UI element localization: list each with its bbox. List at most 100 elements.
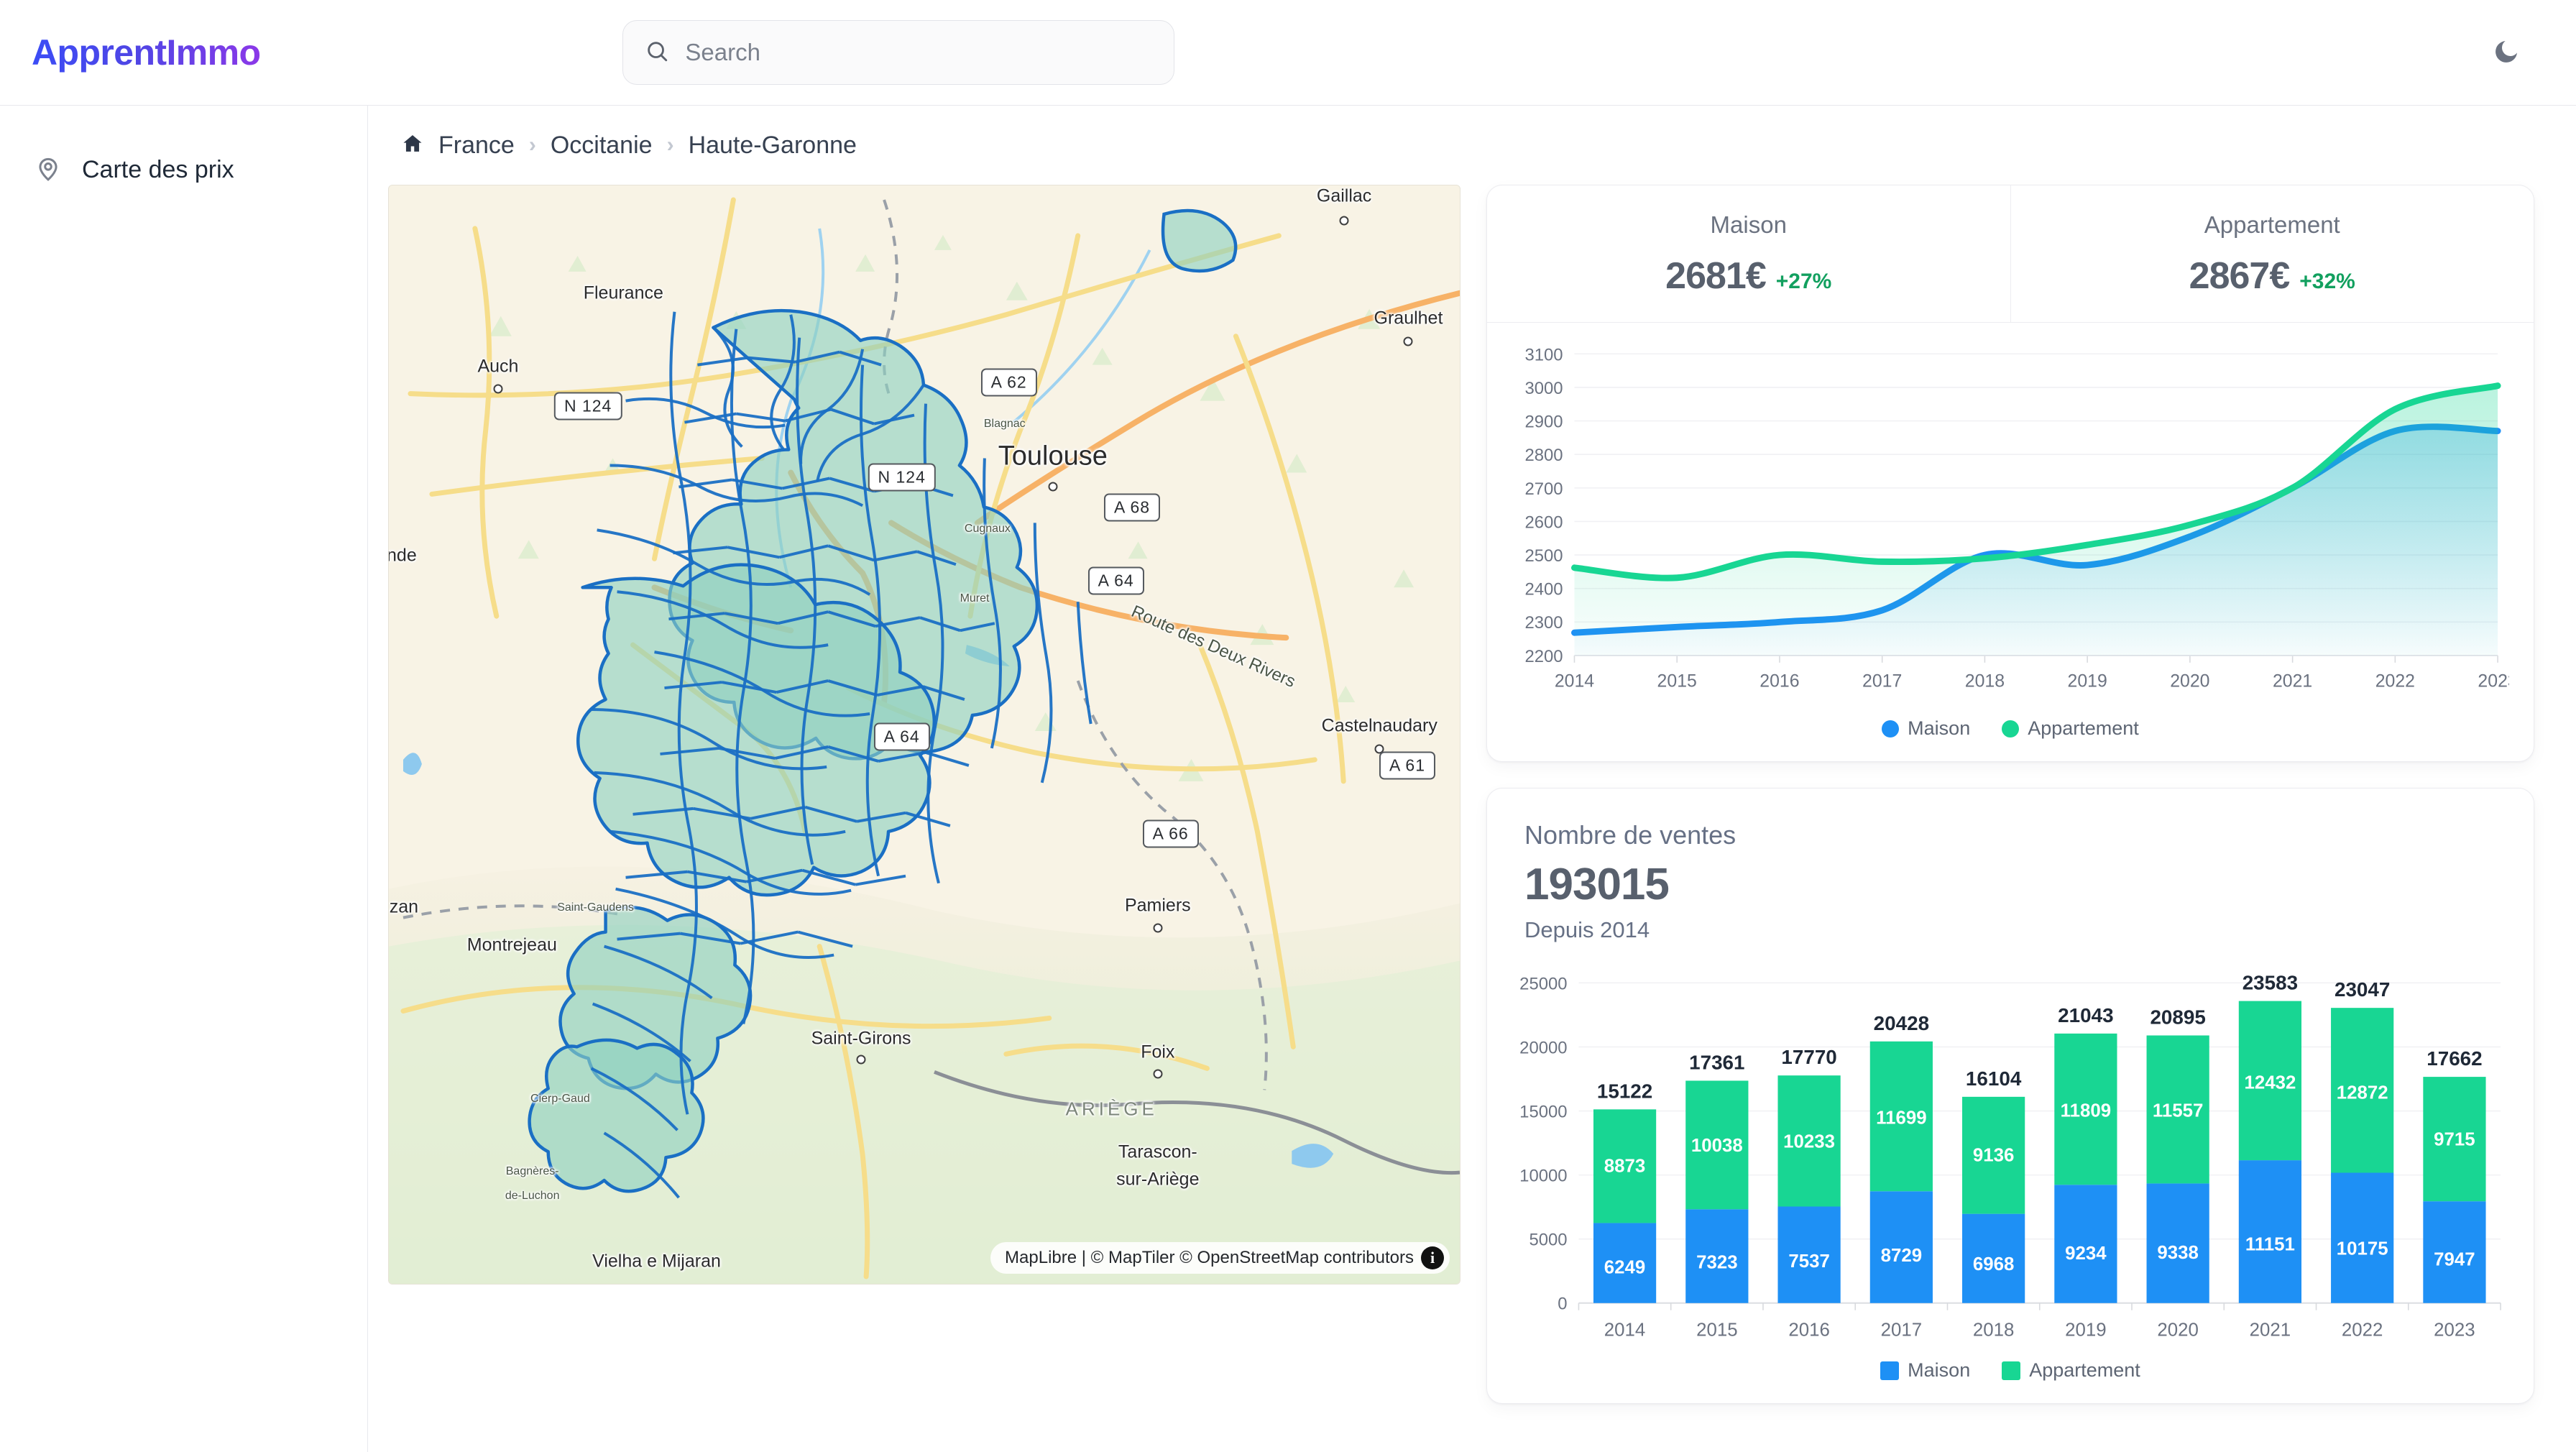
search-icon [645, 39, 669, 67]
map-city-dot [1153, 1069, 1163, 1079]
map-attribution: MapLibre | © MapTiler © OpenStreetMap co… [990, 1242, 1450, 1274]
svg-text:23583: 23583 [2242, 972, 2298, 994]
kpi-delta: +32% [2299, 270, 2355, 293]
svg-text:10175: 10175 [2337, 1239, 2388, 1259]
svg-text:2014: 2014 [1555, 672, 1594, 691]
legend-item-maison[interactable]: Maison [1880, 1359, 1970, 1382]
svg-text:2200: 2200 [1524, 647, 1563, 666]
highway-shield: N 124 [868, 463, 936, 492]
sales-total: 193015 [1524, 860, 1670, 909]
svg-text:6249: 6249 [1604, 1258, 1646, 1278]
svg-text:11557: 11557 [2153, 1101, 2203, 1121]
kpi-value: 2867€ [2189, 255, 2291, 297]
info-icon[interactable]: i [1421, 1246, 1444, 1269]
home-icon[interactable] [401, 132, 424, 159]
svg-text:2015: 2015 [1696, 1320, 1738, 1341]
svg-text:2900: 2900 [1524, 413, 1563, 432]
svg-text:9715: 9715 [2434, 1129, 2475, 1149]
kpi-delta: +27% [1775, 270, 1832, 293]
map-city-dot [1153, 923, 1163, 933]
svg-text:2017: 2017 [1862, 672, 1902, 691]
map-city-dot [1339, 216, 1349, 226]
svg-text:5000: 5000 [1529, 1231, 1567, 1250]
sidebar: Carte des prix [0, 106, 368, 1452]
svg-text:10000: 10000 [1519, 1167, 1567, 1186]
svg-text:3100: 3100 [1524, 345, 1563, 364]
highway-shield: A 64 [1087, 566, 1144, 595]
svg-text:12432: 12432 [2244, 1072, 2296, 1093]
search-input[interactable] [685, 39, 1153, 66]
svg-text:2700: 2700 [1524, 479, 1563, 499]
legend-item-appartement[interactable]: Appartement [2002, 717, 2139, 740]
svg-text:2600: 2600 [1524, 513, 1563, 532]
sidebar-item-carte-des-prix[interactable]: Carte des prix [0, 143, 367, 197]
svg-text:2019: 2019 [2068, 672, 2107, 691]
theme-toggle-button[interactable] [2481, 27, 2531, 78]
svg-text:20428: 20428 [1874, 1012, 1929, 1034]
moon-icon [2492, 37, 2521, 68]
svg-text:2022: 2022 [2342, 1320, 2383, 1341]
svg-text:2023: 2023 [2478, 672, 2509, 691]
sales-bar-chart[interactable]: 0 5000 10000 15000 20000 25000 6249 8873 15122 20… [1487, 947, 2534, 1349]
svg-text:2019: 2019 [2065, 1320, 2107, 1341]
svg-text:17361: 17361 [1689, 1052, 1744, 1074]
highway-shield: N 124 [553, 392, 622, 421]
svg-text:11151: 11151 [2245, 1234, 2295, 1254]
svg-text:20000: 20000 [1519, 1038, 1567, 1057]
legend-color-square [2002, 1361, 2021, 1380]
svg-text:2400: 2400 [1524, 580, 1563, 599]
svg-text:2016: 2016 [1760, 672, 1799, 691]
map-city-dot [856, 1054, 866, 1065]
svg-text:16104: 16104 [1966, 1067, 2022, 1090]
svg-text:2017: 2017 [1881, 1320, 1923, 1341]
svg-text:2021: 2021 [2273, 672, 2312, 691]
map-city-dot [1403, 336, 1413, 346]
breadcrumb-separator: › [666, 133, 674, 157]
bar-chart-legend: Maison Appartement [1487, 1349, 2534, 1403]
kpi-title: Appartement [2204, 211, 2340, 238]
breadcrumb-item-haute-garonne[interactable]: Haute-Garonne [689, 132, 857, 160]
svg-text:25000: 25000 [1519, 974, 1567, 993]
svg-text:2018: 2018 [1973, 1320, 2015, 1341]
app-logo[interactable]: ApprentImmo [32, 32, 261, 73]
sales-card: Nombre de ventes 193015 Depuis 2014 0 500… [1486, 788, 2534, 1404]
svg-text:10233: 10233 [1783, 1131, 1835, 1152]
breadcrumb-item-france[interactable]: France [438, 132, 515, 160]
highway-shield: A 66 [1142, 819, 1199, 848]
breadcrumb-item-occitanie[interactable]: Occitanie [551, 132, 653, 160]
legend-item-maison[interactable]: Maison [1882, 717, 1970, 740]
sales-title: Nombre de ventes [1524, 820, 1736, 850]
legend-item-appartement[interactable]: Appartement [2002, 1359, 2140, 1382]
search-box[interactable] [622, 20, 1175, 85]
svg-text:2021: 2021 [2250, 1320, 2291, 1341]
svg-text:2800: 2800 [1524, 446, 1563, 465]
svg-text:9136: 9136 [1973, 1145, 2015, 1165]
price-map[interactable]: Fleurance Auch Gaillac Graulhet Blagnac … [388, 185, 1460, 1285]
map-attribution-text: MapLibre | © MapTiler © OpenStreetMap co… [1005, 1248, 1414, 1267]
price-card: Maison 2681€ +27% Appartement 2867€ +32% [1486, 185, 2534, 762]
svg-text:9338: 9338 [2157, 1243, 2199, 1263]
price-line-chart[interactable]: 2200 2300 2400 2500 2600 2700 2800 2900 3000 3100… [1487, 323, 2534, 707]
legend-label: Appartement [2028, 717, 2139, 739]
svg-text:2020: 2020 [2170, 672, 2209, 691]
svg-text:20895: 20895 [2150, 1006, 2205, 1029]
svg-text:2023: 2023 [2434, 1320, 2475, 1341]
legend-label: Appartement [2029, 1359, 2140, 1381]
legend-color-square [1880, 1361, 1900, 1380]
legend-label: Maison [1908, 1359, 1971, 1381]
top-bar: ApprentImmo [0, 0, 2576, 106]
app-shell: Carte des prix France › Occitanie › Haut… [0, 106, 2576, 1452]
svg-text:17770: 17770 [1781, 1046, 1836, 1068]
map-pin-icon [34, 155, 62, 185]
svg-text:2020: 2020 [2157, 1320, 2199, 1341]
svg-text:12872: 12872 [2337, 1083, 2388, 1103]
svg-text:6968: 6968 [1973, 1254, 2015, 1274]
svg-text:23047: 23047 [2334, 978, 2390, 1001]
svg-text:2022: 2022 [2375, 672, 2415, 691]
line-chart-svg: 2200 2300 2400 2500 2600 2700 2800 2900 3000 3100… [1524, 345, 2517, 691]
breadcrumb: France › Occitanie › Haute-Garonne [388, 106, 2534, 185]
svg-text:11699: 11699 [1876, 1108, 1926, 1128]
sales-subtitle: Depuis 2014 [1524, 917, 1650, 942]
highway-shield: A 64 [873, 722, 930, 751]
svg-text:2014: 2014 [1604, 1320, 1646, 1341]
